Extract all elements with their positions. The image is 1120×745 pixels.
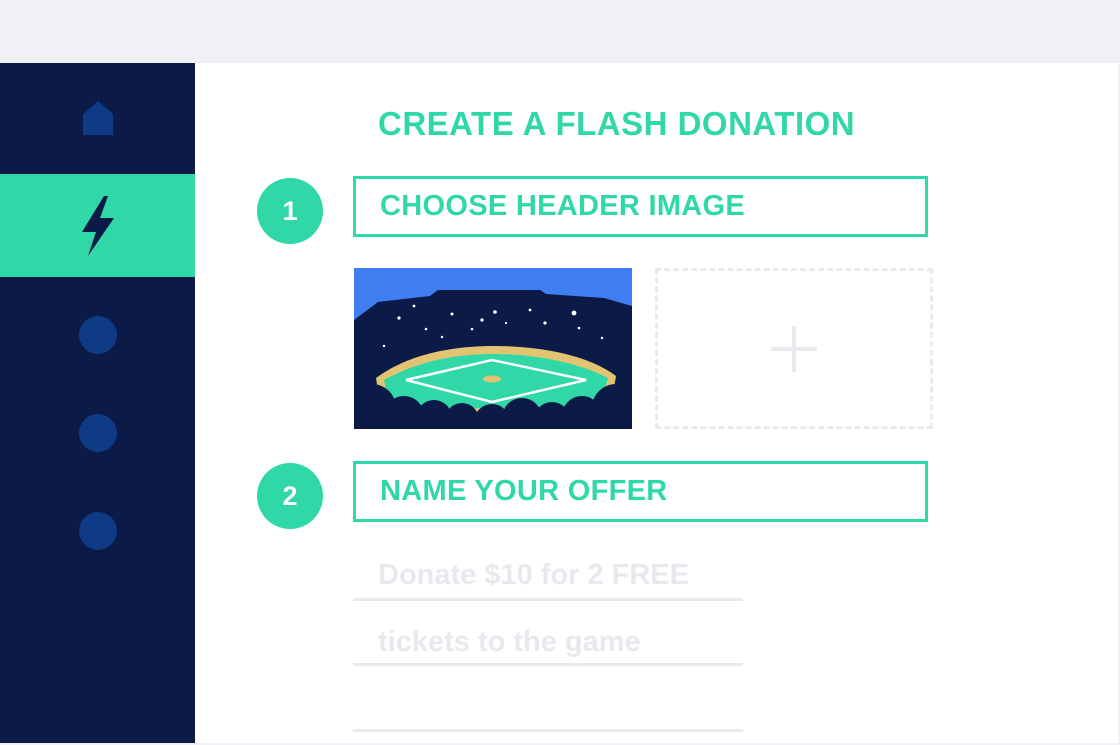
home-icon <box>82 101 113 135</box>
offer-underline-2 <box>353 663 743 666</box>
sidebar-item-flash-donation[interactable] <box>0 174 195 277</box>
baseball-stadium-image <box>354 268 632 429</box>
step-name-your-offer[interactable]: NAME YOUR OFFER <box>353 461 928 522</box>
circle-icon <box>78 316 117 354</box>
sidebar-item-3[interactable] <box>0 285 195 385</box>
step-number-2: 2 <box>257 463 323 529</box>
step-number-1: 1 <box>257 178 323 244</box>
main-content: CREATE A FLASH DONATION 1 CHOOSE HEADER … <box>195 63 1118 743</box>
sidebar <box>0 63 195 743</box>
app-window: CREATE A FLASH DONATION 1 CHOOSE HEADER … <box>0 63 1118 743</box>
sidebar-item-home[interactable] <box>0 68 195 168</box>
offer-line-2: tickets to the game <box>378 626 641 658</box>
circle-icon <box>78 512 117 550</box>
page-title: CREATE A FLASH DONATION <box>378 105 856 142</box>
offer-underline-1 <box>353 598 743 601</box>
sidebar-item-4[interactable] <box>0 383 195 483</box>
lightning-bolt-icon <box>81 195 114 256</box>
header-image-option-stadium[interactable] <box>354 268 632 429</box>
sidebar-item-5[interactable] <box>0 481 195 581</box>
plus-icon <box>771 325 817 372</box>
step-choose-header-image[interactable]: CHOOSE HEADER IMAGE <box>353 176 928 237</box>
offer-underline-3 <box>353 729 743 732</box>
add-header-image-button[interactable] <box>655 268 933 429</box>
offer-line-1: Donate $10 for 2 FREE <box>378 559 690 591</box>
circle-icon <box>78 414 117 452</box>
